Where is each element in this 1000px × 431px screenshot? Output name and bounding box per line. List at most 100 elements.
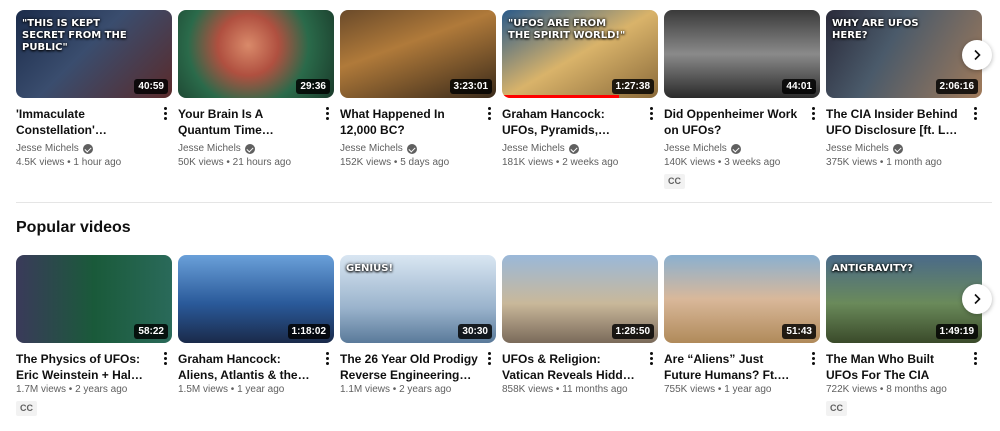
video-title[interactable]: Your Brain Is A Quantum Time Machine. [178,106,316,138]
video-title[interactable]: The 26 Year Old Prodigy Reverse Engineer… [340,351,478,383]
more-vert-icon[interactable] [970,104,980,122]
video-card[interactable]: 3:23:01 What Happened In 12,000 BC? Jesse … [340,10,496,189]
cc-badge: CC [664,174,685,189]
video-card[interactable]: Genius! 30:30 The 26 Year Old Prodigy Reve… [340,255,496,416]
verified-check-icon [730,144,741,154]
more-vert-icon[interactable] [484,349,494,367]
view-count: 140K views [664,157,716,168]
video-thumbnail[interactable]: Why are UFOs here? 2:06:16 [826,10,982,98]
video-thumbnail[interactable]: 1:28:50 [502,255,658,343]
more-vert-icon[interactable] [646,104,656,122]
video-card[interactable]: 51:43 Are “Aliens” Just Future Humans? Ft… [664,255,820,416]
video-meta: Your Brain Is A Quantum Time Machine. Jes… [178,98,334,170]
video-title[interactable]: What Happened In 12,000 BC? [340,106,478,138]
thumbnail-caption: Antigravity? [832,263,913,274]
video-stats: 152K views • 5 days ago [340,157,450,168]
channel-name-row: Jesse Michels [16,142,154,156]
chevron-right-icon [974,49,981,61]
more-vert-icon[interactable] [646,349,656,367]
video-title[interactable]: Are “Aliens” Just Future Humans? Ft. Mik… [664,351,802,383]
more-vert-icon[interactable] [160,349,170,367]
upload-age: 2 weeks ago [562,157,619,168]
more-vert-icon[interactable] [484,104,494,122]
channel-name[interactable]: Jesse Michels [340,142,403,156]
video-duration: 1:49:19 [935,324,978,339]
video-meta: The CIA Insider Behind UFO Disclosure [f… [826,98,982,170]
shelf-divider [16,202,992,203]
upload-age: 2 years ago [75,384,128,395]
more-vert-icon[interactable] [808,349,818,367]
video-stats: 4.5K views • 1 hour ago [16,157,122,168]
more-vert-icon[interactable] [322,104,332,122]
channel-name[interactable]: Jesse Michels [664,142,727,156]
video-stats: 181K views • 2 weeks ago [502,157,619,168]
video-title[interactable]: Graham Hancock: Aliens, Atlantis & the A… [178,351,316,383]
channel-name[interactable]: Jesse Michels [826,142,889,156]
video-title[interactable]: 'Immaculate Constellation' Groundbreakin… [16,106,154,138]
video-card[interactable]: Why are UFOs here? 2:06:16 The CIA Insider… [826,10,982,189]
video-stats: 1.7M views • 2 years ago [16,384,128,395]
upload-age: 1 year ago [724,384,772,395]
video-stats: 1.1M views • 2 years ago [340,384,452,395]
video-thumbnail[interactable]: "This is kept secret from the public" 40:… [16,10,172,98]
video-card[interactable]: 58:22 The Physics of UFOs: Eric Weinstein… [16,255,172,416]
video-thumbnail[interactable]: 58:22 [16,255,172,343]
shelf-next-button[interactable] [962,40,992,70]
video-title[interactable]: The Physics of UFOs: Eric Weinstein + Ha… [16,351,154,383]
view-count: 1.5M views [178,384,229,395]
video-meta: Did Oppenheimer Work on UFOs? Jesse Miche… [664,98,820,189]
video-duration: 29:36 [296,79,330,94]
video-card[interactable]: 1:18:02 Graham Hancock: Aliens, Atlantis … [178,255,334,416]
upload-age: 8 months ago [886,384,947,395]
video-duration: 30:30 [458,324,492,339]
video-meta: The Physics of UFOs: Eric Weinstein + Ha… [16,343,172,416]
thumbnail-caption: Why are UFOs here? [832,18,919,41]
more-vert-icon[interactable] [322,349,332,367]
video-card[interactable]: 29:36 Your Brain Is A Quantum Time Machin… [178,10,334,189]
video-duration: 1:27:38 [611,79,654,94]
channel-name[interactable]: Jesse Michels [178,142,241,156]
verified-check-icon [82,144,93,154]
channel-name-row: Jesse Michels [340,142,478,156]
video-title[interactable]: Graham Hancock: UFOs, Pyramids, Cataclys… [502,106,640,138]
view-count: 1.1M views [340,384,391,395]
video-title[interactable]: UFOs & Religion: Vatican Reveals Hidden … [502,351,640,383]
more-vert-icon[interactable] [970,349,980,367]
video-card[interactable]: 1:28:50 UFOs & Religion: Vatican Reveals … [502,255,658,416]
channel-name-row: Jesse Michels [826,142,964,156]
video-stats: 140K views • 3 weeks ago [664,157,781,168]
video-title[interactable]: The Man Who Built UFOs For The CIA [826,351,964,383]
upload-age: 21 hours ago [232,157,292,168]
upload-age: 1 year ago [237,384,285,395]
more-vert-icon[interactable] [160,104,170,122]
video-thumbnail[interactable]: 1:18:02 [178,255,334,343]
channel-name[interactable]: Jesse Michels [16,142,79,156]
more-vert-icon[interactable] [808,104,818,122]
chevron-right-icon [974,293,981,305]
video-card[interactable]: "This is kept secret from the public" 40:… [16,10,172,189]
video-stats: 858K views • 11 months ago [502,384,628,395]
video-duration: 40:59 [134,79,168,94]
thumbnail-caption: "This is kept secret from the public" [22,18,127,53]
video-stats: 722K views • 8 months ago [826,384,947,395]
video-card[interactable]: "UFOs are from the spirit world!" 1:27:38… [502,10,658,189]
cc-badge: CC [16,401,37,416]
video-thumbnail[interactable]: Genius! 30:30 [340,255,496,343]
video-meta: The 26 Year Old Prodigy Reverse Engineer… [340,343,496,397]
shelf-next-button[interactable] [962,284,992,314]
video-title[interactable]: The CIA Insider Behind UFO Disclosure [f… [826,106,964,138]
video-thumbnail[interactable]: 51:43 [664,255,820,343]
video-card[interactable]: 44:01 Did Oppenheimer Work on UFOs? Jesse … [664,10,820,189]
video-thumbnail[interactable]: Antigravity? 1:49:19 [826,255,982,343]
video-thumbnail[interactable]: 29:36 [178,10,334,98]
video-thumbnail[interactable]: 3:23:01 [340,10,496,98]
video-meta: UFOs & Religion: Vatican Reveals Hidden … [502,343,658,397]
video-title[interactable]: Did Oppenheimer Work on UFOs? [664,106,802,138]
video-stats: 375K views • 1 month ago [826,157,942,168]
video-card[interactable]: Antigravity? 1:49:19 The Man Who Built UFO… [826,255,982,416]
video-duration: 3:23:01 [449,79,492,94]
video-thumbnail[interactable]: 44:01 [664,10,820,98]
channel-name-row: Jesse Michels [178,142,316,156]
video-thumbnail[interactable]: "UFOs are from the spirit world!" 1:27:38 [502,10,658,98]
channel-name[interactable]: Jesse Michels [502,142,565,156]
